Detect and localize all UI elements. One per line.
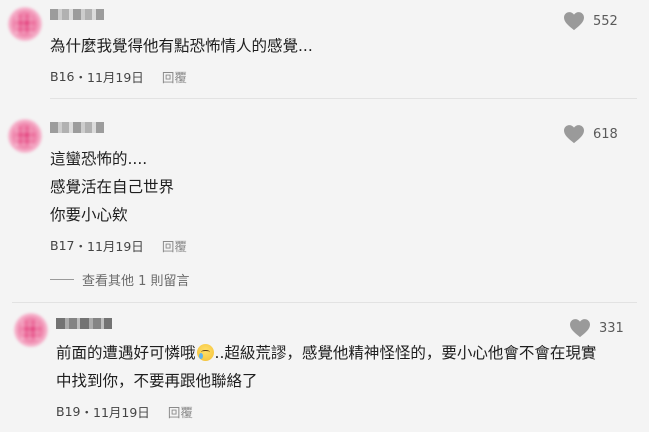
comment-date: 11月19日	[93, 405, 150, 420]
comment-line-part: 前面的遭遇好可憐哦	[56, 344, 196, 362]
reply-button[interactable]: 回覆	[168, 402, 193, 421]
comment-meta: B19 ・ 11月19日 回覆	[56, 402, 193, 421]
comment-line: 為什麼我覺得他有點恐怖情人的感覺...	[50, 37, 313, 55]
avatar[interactable]	[8, 7, 42, 41]
meta-separator: ・	[74, 70, 87, 85]
meta-separator: ・	[80, 405, 93, 420]
like-count: 552	[593, 13, 618, 29]
comment-meta: B17 ・ 11月19日 回覆	[50, 236, 187, 255]
floor-number: B16	[50, 69, 75, 84]
heart-icon	[564, 125, 584, 144]
like-count: 618	[593, 126, 618, 142]
comment-line: 這蠻恐怖的....	[50, 150, 148, 168]
like-button[interactable]: 618	[563, 124, 618, 144]
view-more-line	[50, 279, 74, 280]
comment-line: 感覺活在自己世界	[50, 178, 175, 196]
avatar[interactable]	[14, 313, 48, 347]
comment-text: 這蠻恐怖的.... 感覺活在自己世界 你要小心欸	[50, 145, 174, 229]
comment-date: 11月19日	[87, 239, 144, 254]
comment-line: 前面的遭遇好可憐哦 ..超級荒謬，感覺他精神怪怪的，要小心他會不會在現實	[56, 339, 596, 367]
meta-separator: ・	[74, 239, 87, 254]
username-blurred[interactable]	[56, 318, 112, 329]
floor-number: B19	[56, 404, 81, 419]
username-blurred[interactable]	[50, 122, 104, 133]
comment-line: 你要小心欸	[50, 206, 128, 224]
username-blurred[interactable]	[50, 9, 104, 20]
comment-list: 552 為什麼我覺得他有點恐怖情人的感覺... B16 ・ 11月19日 回覆 …	[0, 0, 649, 432]
like-button[interactable]: 331	[569, 318, 624, 338]
avatar[interactable]	[8, 119, 42, 153]
comment-line: 中找到你，不要再跟他聯絡了	[56, 372, 258, 390]
reply-button[interactable]: 回覆	[162, 236, 187, 255]
crying-face-emoji-icon	[196, 344, 214, 361]
comment-text: 為什麼我覺得他有點恐怖情人的感覺...	[50, 32, 313, 60]
heart-icon	[570, 319, 590, 338]
view-more-replies[interactable]: 查看其他 1 則留言	[50, 270, 190, 289]
reply-button[interactable]: 回覆	[162, 67, 187, 86]
floor-number: B17	[50, 238, 75, 253]
comment-meta: B16 ・ 11月19日 回覆	[50, 67, 187, 86]
comment-date: 11月19日	[87, 70, 144, 85]
comment-line-part: ..超級荒謬，感覺他精神怪怪的，要小心他會不會在現實	[214, 344, 597, 362]
heart-icon	[564, 12, 584, 31]
view-more-label: 查看其他 1 則留言	[82, 274, 190, 289]
divider	[12, 302, 637, 303]
comment-text: 前面的遭遇好可憐哦 ..超級荒謬，感覺他精神怪怪的，要小心他會不會在現實 中找到你…	[56, 339, 596, 395]
like-button[interactable]: 552	[563, 11, 618, 31]
like-count: 331	[599, 320, 624, 336]
divider	[50, 98, 637, 99]
